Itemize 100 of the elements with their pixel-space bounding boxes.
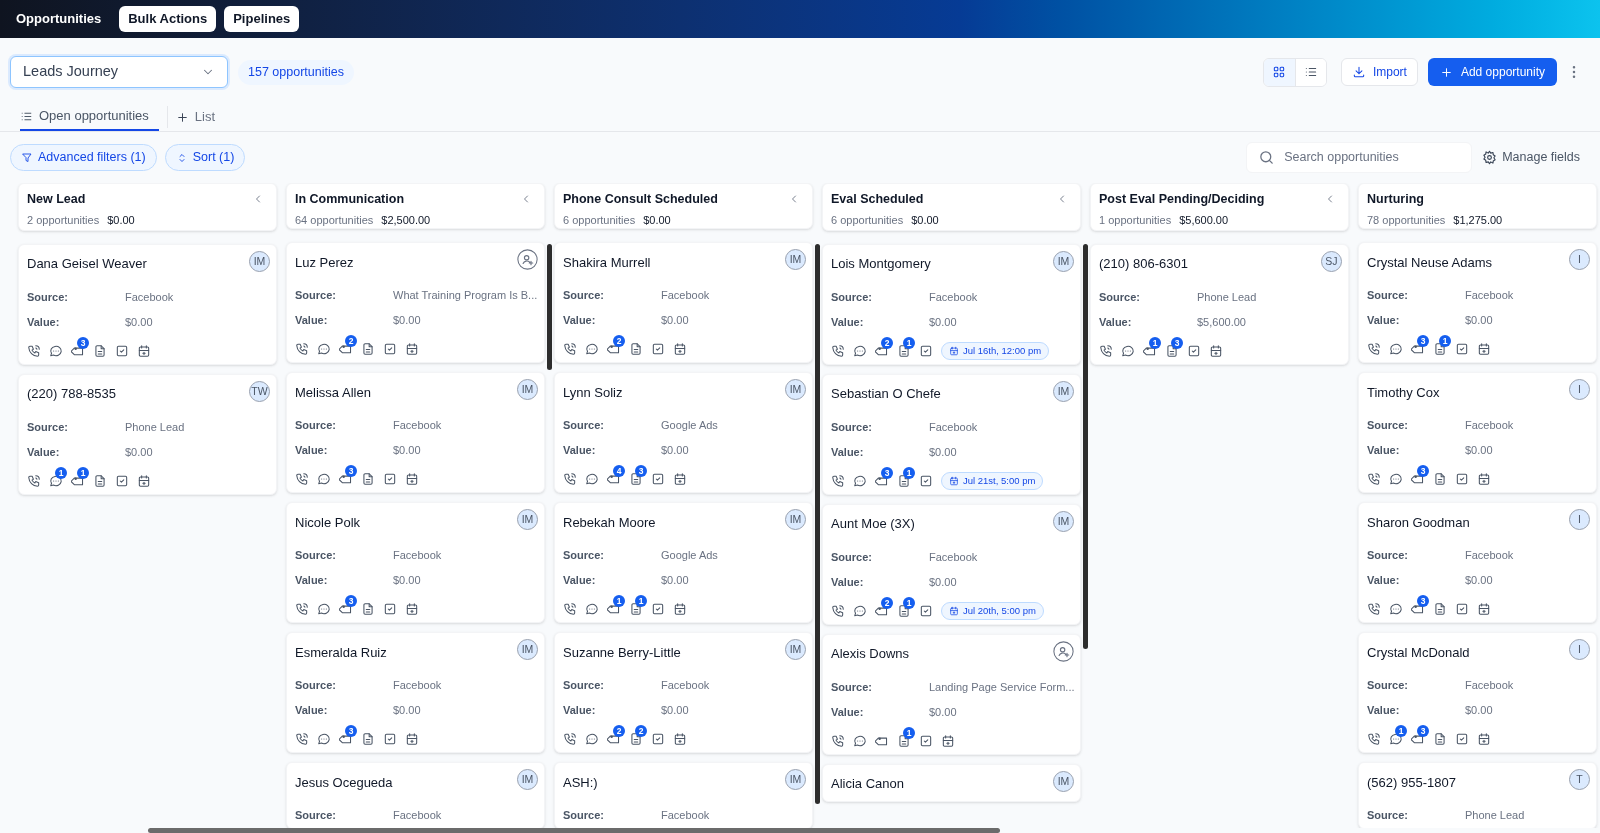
phone-icon[interactable] (295, 732, 309, 747)
calendar-icon[interactable] (673, 602, 687, 617)
checkbox-icon[interactable] (1455, 602, 1469, 617)
document-icon[interactable] (361, 472, 375, 487)
opportunity-card[interactable]: (562) 955-1807 T Source: Phone Lead (1358, 762, 1597, 828)
opportunity-card[interactable]: Crystal McDonald I Source: Facebook Value: $0.00 1 3 (1358, 632, 1597, 754)
phone-icon[interactable] (295, 472, 309, 487)
phone-icon[interactable] (831, 474, 845, 488)
checkbox-icon[interactable] (1187, 344, 1201, 358)
checkbox-icon[interactable] (1455, 342, 1469, 357)
nav-tab[interactable]: Pipelines (224, 6, 300, 32)
chat-icon[interactable] (585, 342, 599, 357)
chat-icon[interactable] (1389, 602, 1403, 617)
opportunity-card[interactable]: Luz Perez Source: What Training Program Is B... Value: $0.00 2 (286, 242, 545, 364)
document-icon[interactable] (93, 474, 107, 488)
calendar-icon[interactable] (673, 472, 687, 487)
chat-icon[interactable] (317, 602, 331, 617)
opportunity-card[interactable]: Dana Geisel Weaver IM Source: Facebook Value: $0.00 3 (18, 244, 277, 365)
calendar-icon[interactable] (1209, 344, 1223, 358)
checkbox-icon[interactable] (383, 342, 397, 357)
phone-icon[interactable] (1367, 342, 1381, 357)
opportunity-card[interactable]: Lois Montgomery IM Source: Facebook Value: $0.00 2 1 Jul 16th, 12:00 pm (822, 244, 1081, 365)
opportunity-card[interactable]: Nicole Polk IM Source: Facebook Value: $0.00 3 (286, 502, 545, 624)
phone-icon[interactable] (295, 342, 309, 357)
add-opportunity-button[interactable]: Add opportunity (1427, 58, 1557, 86)
chat-icon[interactable] (1121, 344, 1135, 358)
document-icon[interactable] (629, 732, 643, 747)
search-box[interactable]: Search opportunities (1246, 142, 1473, 173)
document-icon[interactable] (897, 734, 911, 748)
chat-icon[interactable] (585, 472, 599, 487)
chat-icon[interactable] (1389, 472, 1403, 487)
vertical-scrollbar[interactable] (1083, 244, 1088, 649)
phone-icon[interactable] (27, 344, 41, 358)
opportunity-card[interactable]: Shakira Murrell IM Source: Facebook Value: $0.00 2 (554, 242, 813, 364)
tag-icon[interactable] (1143, 344, 1157, 358)
phone-icon[interactable] (563, 342, 577, 357)
person-plus-icon[interactable] (1053, 641, 1074, 662)
phone-icon[interactable] (831, 734, 845, 748)
document-icon[interactable] (1433, 732, 1447, 747)
calendar-icon[interactable] (405, 472, 419, 487)
phone-icon[interactable] (831, 344, 845, 358)
opportunity-card[interactable]: Sebastian O Chefe IM Source: Facebook Value: $0.00 3 1 Jul 21st, 5:00 pm (822, 374, 1081, 495)
opportunity-card[interactable]: Lynn Soliz IM Source: Google Ads Value: $0.00 4 3 (554, 372, 813, 494)
phone-icon[interactable] (563, 732, 577, 747)
document-icon[interactable] (1433, 602, 1447, 617)
phone-icon[interactable] (563, 602, 577, 617)
document-icon[interactable] (361, 342, 375, 357)
document-icon[interactable] (1433, 342, 1447, 357)
sort-button[interactable]: Sort (1) (164, 144, 246, 171)
opportunity-card[interactable]: Sharon Goodman I Source: Facebook Value: $0.00 3 (1358, 502, 1597, 624)
opportunity-card[interactable]: Crystal Neuse Adams I Source: Facebook Value: $0.00 3 1 (1358, 242, 1597, 364)
vertical-scrollbar[interactable] (815, 244, 820, 804)
appointment-chip[interactable]: Jul 20th, 5:00 pm (941, 602, 1044, 620)
calendar-icon[interactable] (405, 342, 419, 357)
calendar-icon[interactable] (673, 732, 687, 747)
pipeline-dropdown[interactable]: Leads Journey (10, 56, 228, 88)
chat-icon[interactable] (853, 344, 867, 358)
checkbox-icon[interactable] (919, 734, 933, 748)
calendar-icon[interactable] (1477, 732, 1491, 747)
opportunity-card[interactable]: Timothy Cox I Source: Facebook Value: $0.00 3 (1358, 372, 1597, 494)
document-icon[interactable] (1165, 344, 1179, 358)
checkbox-icon[interactable] (919, 604, 933, 618)
calendar-icon[interactable] (137, 344, 151, 358)
phone-icon[interactable] (831, 604, 845, 618)
document-icon[interactable] (629, 472, 643, 487)
checkbox-icon[interactable] (383, 602, 397, 617)
view-tab[interactable]: Open opportunities (20, 103, 159, 131)
calendar-icon[interactable] (1477, 602, 1491, 617)
phone-icon[interactable] (295, 602, 309, 617)
appointment-chip[interactable]: Jul 16th, 12:00 pm (941, 342, 1050, 360)
horizontal-scrollbar[interactable] (148, 828, 1000, 833)
appointment-chip[interactable]: Jul 21st, 5:00 pm (941, 472, 1044, 490)
phone-icon[interactable] (1367, 472, 1381, 487)
opportunity-card[interactable]: ASH:) IM Source: Facebook (554, 762, 813, 828)
calendar-icon[interactable] (941, 734, 955, 748)
manage-fields-button[interactable]: Manage fields (1482, 148, 1580, 167)
chat-icon[interactable] (49, 344, 63, 358)
tag-icon[interactable] (71, 344, 85, 358)
checkbox-icon[interactable] (919, 344, 933, 358)
chat-icon[interactable] (853, 474, 867, 488)
document-icon[interactable] (361, 732, 375, 747)
chat-icon[interactable] (317, 472, 331, 487)
opportunity-card[interactable]: Esmeralda Ruiz IM Source: Facebook Value: $0.00 3 (286, 632, 545, 754)
phone-icon[interactable] (1367, 732, 1381, 747)
checkbox-icon[interactable] (115, 474, 129, 488)
nav-tab[interactable]: Opportunities (16, 6, 112, 32)
calendar-icon[interactable] (405, 602, 419, 617)
chat-icon[interactable] (585, 732, 599, 747)
opportunity-card[interactable]: Alexis Downs Source: Landing Page Service Form... Value: $0.00 1 (822, 634, 1081, 755)
checkbox-icon[interactable] (919, 474, 933, 488)
document-icon[interactable] (629, 342, 643, 357)
opportunity-card[interactable]: Alicia Canon IM (822, 764, 1081, 802)
checkbox-icon[interactable] (383, 732, 397, 747)
document-icon[interactable] (629, 602, 643, 617)
checkbox-icon[interactable] (651, 472, 665, 487)
grid-view-button[interactable] (1263, 58, 1295, 86)
calendar-icon[interactable] (1477, 472, 1491, 487)
tag-icon[interactable] (875, 734, 889, 748)
opportunity-card[interactable]: Suzanne Berry-Little IM Source: Facebook Value: $0.00 2 2 (554, 632, 813, 754)
checkbox-icon[interactable] (651, 342, 665, 357)
